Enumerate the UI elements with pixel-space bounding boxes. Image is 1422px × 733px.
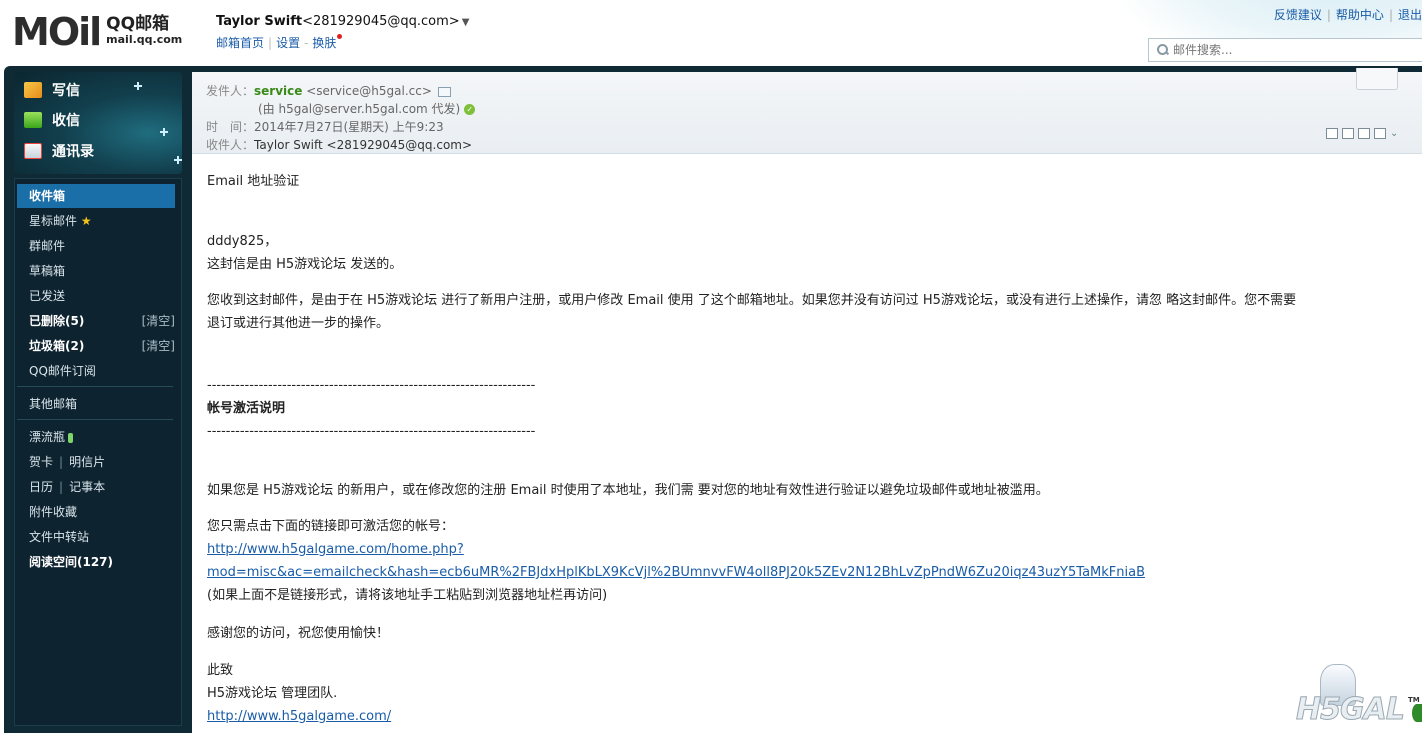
mail-header: 发件人：service <service@h5gal.cc> (由 h5gal@… [192,68,1422,154]
divider [17,419,173,420]
on-behalf-row: (由 h5gal@server.h5gal.com 代发) ✓ [258,100,476,117]
export-icon[interactable] [1358,128,1370,139]
receive-button[interactable]: 收信 [24,110,80,130]
logout-link[interactable]: 退出 [1398,8,1422,22]
green-shape [1412,704,1422,722]
greeting-card-link[interactable]: 贺卡 [29,455,53,469]
chevron-down-icon[interactable]: ⌄ [1390,128,1400,139]
compose-button[interactable]: 写信 [24,80,80,100]
app-attachments[interactable]: 附件收藏 [17,500,175,524]
time-row: 时 间：2014年7月27日(星期天) 上午9:23 [206,120,444,134]
divider [17,386,173,387]
new-dot-icon [337,34,343,39]
from-row: 发件人：service <service@h5gal.cc> [206,82,451,99]
mail-reader: 发件人：service <service@h5gal.cc> (由 h5gal@… [192,68,1422,733]
app-reading-space[interactable]: 阅读空间(127) [17,550,175,574]
sparkle-icon [160,128,168,136]
thanks-text: 感谢您的访问，祝您使用愉快！ [207,626,390,641]
header: MOil QQ邮箱 mail.qq.com Taylor Swift<28192… [0,0,1422,66]
sent-by-text: 这封信是由 H5游戏论坛 发送的。 [207,257,403,272]
postcard-link[interactable]: 明信片 [69,455,105,469]
notice-paragraph: 您收到这封邮件，是由于在 H5游戏论坛 进行了新用户注册，或用户修改 Email… [207,293,1297,331]
mail-tools: ⌄ [1326,128,1400,139]
folder-deleted[interactable]: 已删除(5) [清空] [17,309,175,333]
search-icon [1157,44,1169,56]
contact-card-icon[interactable] [437,86,451,97]
calendar-link[interactable]: 日历 [29,480,53,494]
star-icon: ★ [80,214,92,228]
caret-down-icon[interactable]: ▼ [462,17,470,28]
user-account[interactable]: Taylor Swift<281929045@qq.com> ▼ [216,14,469,29]
quick-actions: 写信 收信 通讯录 [14,72,182,174]
user-email: <281929045@qq.com> [302,14,460,29]
click-hint: 您只需点击下面的链接即可激活您的帐号： [207,519,455,534]
folder-list: 收件箱 星标邮件 ★ 群邮件 草稿箱 已发送 已删除(5) [清空] 垃圾箱(2)… [14,178,182,726]
qq-mail-logo[interactable]: MOil QQ邮箱 mail.qq.com [12,12,182,52]
user-name: Taylor Swift [216,14,303,29]
folder-drafts[interactable]: 草稿箱 [17,259,175,283]
team-signature: H5游戏论坛 管理团队. [207,686,338,701]
h5gal-watermark: H5GAL TM [1290,662,1422,733]
folder-other-mailboxes[interactable]: 其他邮箱 [17,392,175,416]
notes-link[interactable]: 记事本 [69,480,105,494]
recipient: Taylor Swift <281929045@qq.com> [254,138,473,152]
mail-search[interactable] [1148,38,1422,62]
regards-text: 此致 [207,663,234,678]
contacts-button[interactable]: 通讯录 [24,141,94,161]
to-row: 收件人：Taylor Swift <281929045@qq.com> [206,138,473,152]
folder-starred[interactable]: 星标邮件 ★ [17,209,175,233]
logo-cn-text: QQ邮箱 [106,14,170,34]
mail-frame: 发件人：service <service@h5gal.cc> (由 h5gal@… [184,66,1422,733]
change-skin-link[interactable]: 换肤 [312,36,336,50]
activation-link-continued[interactable]: mod=misc&ac=emailcheck&hash=ecb6uMR%2FBJ… [207,565,1145,580]
app-calendar-notes: 日历 | 记事本 [29,480,106,494]
settings-link[interactable]: 设置 [276,36,300,50]
site-link[interactable]: http://www.h5galgame.com/ [207,709,391,724]
sidebar: 写信 收信 通讯录 收件箱 星标邮件 ★ 群邮件 草稿箱 已发送 已删除(5)[… [4,66,184,733]
sender-avatar [1356,68,1398,90]
h5gal-logo-text: H5GAL [1296,692,1406,728]
user-block: Taylor Swift<281929045@qq.com> ▼ 邮箱首页 | 设置 -… [216,14,469,51]
top-links: 反馈建议 | 帮助中心 | 退出 [1273,8,1422,22]
verify-paragraph: 如果您是 H5游戏论坛 的新用户，或在修改您的注册 Email 时使用了本地址，… [207,483,1049,498]
folder-subscription[interactable]: QQ邮件订阅 [17,359,175,383]
app-cards: 贺卡 | 明信片 [29,455,106,469]
greeting: dddy825， [207,234,278,249]
new-window-icon[interactable] [1326,128,1338,139]
folder-junk[interactable]: 垃圾箱(2) [清空] [17,334,175,358]
activation-title: 帐号激活说明 [207,401,286,416]
paste-hint: (如果上面不是链接形式，请将该地址手工粘贴到浏览器地址栏再访问) [207,588,608,603]
logo-mark: MOil [12,10,102,54]
sparkle-icon [134,82,142,90]
contacts-icon [24,143,42,159]
clear-deleted-link[interactable]: [清空] [142,309,175,333]
help-link[interactable]: 帮助中心 [1336,8,1384,22]
trademark: TM [1408,696,1420,704]
search-input[interactable] [1173,43,1413,57]
sender-name[interactable]: service [254,84,302,98]
user-links: 邮箱首页 | 设置 - 换肤 [216,34,469,51]
clear-junk-link[interactable]: [清空] [142,334,175,358]
separator-line: ----------------------------------------… [207,424,536,439]
folder-inbox[interactable]: 收件箱 [17,184,175,208]
mailbox-home-link[interactable]: 邮箱首页 [216,36,264,50]
activation-link[interactable]: http://www.h5galgame.com/home.php? [207,542,464,557]
feedback-link[interactable]: 反馈建议 [1274,8,1322,22]
download-icon [24,112,42,128]
verified-icon: ✓ [464,104,476,115]
folder-group[interactable]: 群邮件 [17,234,175,258]
folder-sent[interactable]: 已发送 [17,284,175,308]
separator-line: ----------------------------------------… [207,378,536,393]
logo-url-text: mail.qq.com [106,33,183,46]
pencil-icon [24,82,42,98]
app-file-transfer[interactable]: 文件中转站 [17,525,175,549]
bookmark-icon[interactable] [1342,128,1354,139]
sparkle-icon [174,156,182,164]
app-drift-bottle[interactable]: 漂流瓶 [17,425,175,449]
print-icon[interactable] [1374,128,1386,139]
sender-address: <service@h5gal.cc> [306,84,432,98]
subject-line: Email 地址验证 [207,174,300,189]
bottle-icon [68,432,74,443]
